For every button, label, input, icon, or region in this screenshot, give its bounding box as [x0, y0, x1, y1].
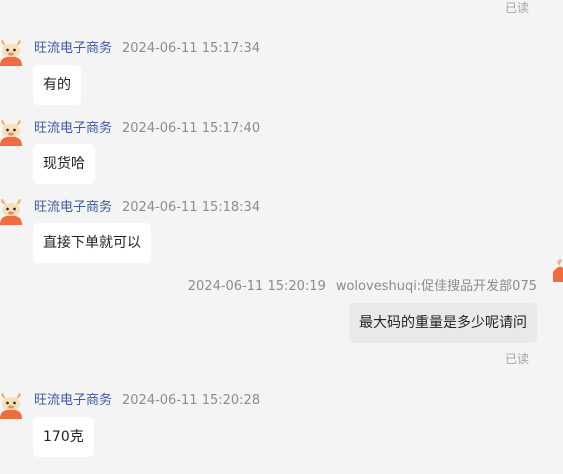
sender-name[interactable]: 旺流电子商务 [34, 393, 112, 408]
avatar-icon[interactable] [0, 118, 22, 146]
sender-name[interactable]: 旺流电子商务 [34, 200, 112, 215]
read-status: 已读 [504, 1, 529, 15]
message-bubble[interactable]: 直接下单就可以 [33, 223, 151, 263]
message-meta: 旺流电子商务 2024-06-11 15:18:34 [34, 196, 260, 215]
sender-name[interactable]: 旺流电子商务 [34, 41, 112, 56]
timestamp: 2024-06-11 15:20:28 [122, 393, 261, 408]
timestamp: 2024-06-11 15:18:34 [122, 200, 261, 215]
timestamp: 2024-06-11 15:20:19 [187, 279, 326, 294]
message-meta: 旺流电子商务 2024-06-11 15:17:34 [34, 37, 260, 56]
read-status: 已读 [504, 352, 529, 366]
message-meta: 旺流电子商务 2024-06-11 15:20:28 [34, 389, 260, 408]
timestamp: 2024-06-11 15:17:34 [122, 41, 261, 56]
message-meta: 旺流电子商务 2024-06-11 15:17:40 [34, 117, 260, 136]
avatar-icon[interactable] [553, 258, 563, 282]
timestamp: 2024-06-11 15:17:40 [122, 121, 261, 136]
avatar-icon[interactable] [0, 197, 22, 225]
message-bubble[interactable]: 现货哈 [33, 144, 95, 184]
sender-name: woloveshuqi:促佳搜品开发部075 [335, 279, 537, 294]
chat-window: 已读 旺流电子商务 2024-06-11 15:17:34 有的 旺流电子商务 … [0, 0, 563, 474]
message-bubble[interactable]: 最大码的重量是多少呢请问 [349, 303, 537, 343]
message-bubble[interactable]: 有的 [33, 65, 81, 105]
avatar-icon[interactable] [0, 38, 22, 66]
avatar-icon[interactable] [0, 391, 22, 419]
sender-name[interactable]: 旺流电子商务 [34, 121, 112, 136]
message-bubble[interactable]: 170克 [33, 417, 94, 457]
message-meta: 2024-06-11 15:20:19 woloveshuqi:促佳搜品开发部07… [188, 275, 537, 294]
